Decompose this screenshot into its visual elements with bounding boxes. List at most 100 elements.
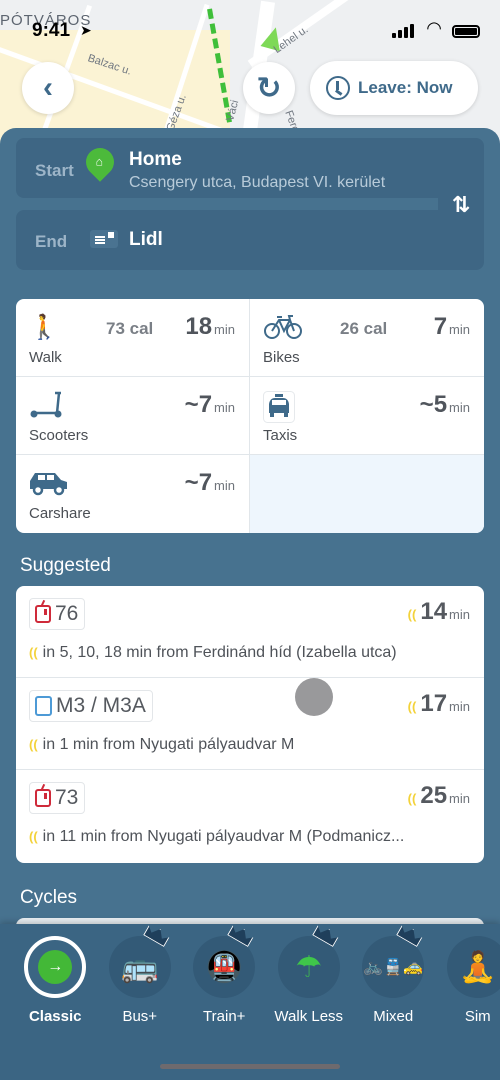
route-departure-text: in 1 min from Nyugati pályaudvar M [42,736,295,753]
location-services-icon: ➤ [80,22,92,38]
tab-icon-circle: 🧘 [446,936,500,998]
mode-time-unit: min [449,400,470,415]
home-pin-icon: ⌂ [80,142,120,182]
tab-label: Mixed [373,1008,414,1025]
route-departure-text: in 5, 10, 18 min from Ferdinánd híd (Iza… [42,644,397,661]
start-location-field[interactable]: Start ⌂ Home Csengery utca, Budapest VI.… [16,138,484,198]
mixed-transport-icon: 🚲🚆🚕 [363,959,424,976]
realtime-icon: (( [29,737,38,752]
route-departure-info: (( in 1 min from Nyugati pályaudvar M [29,736,469,754]
line-number: 73 [55,786,79,809]
premium-crown-icon [143,923,171,947]
premium-crown-icon [312,923,340,947]
start-label: Start [35,161,74,180]
route-duration: (( 25 min [408,782,470,810]
realtime-icon: (( [407,607,417,622]
realtime-icon: (( [407,699,417,714]
suggested-heading: Suggested [20,555,111,576]
route-departure-info: ((in 5, 10, 18 min from Ferdinánd híd (I… [29,644,469,662]
trolleybus-icon [35,789,51,807]
mode-taxis[interactable]: ~5 min Taxis [250,377,484,455]
mode-name: Carshare [29,505,91,522]
store-icon [90,230,118,248]
mode-bikes[interactable]: 26 cal 7 min Bikes [250,299,484,377]
mode-scooters[interactable]: ~7 min Scooters [16,377,250,455]
mode-name: Bikes [263,349,300,366]
route-item[interactable]: 76 (( 14 min ((in 5, 10, 18 min from Fer… [16,586,484,678]
car-icon [29,469,69,497]
mode-name: Scooters [29,427,89,444]
mode-carshare[interactable]: ~7 min Carshare [16,455,250,533]
tab-train-plus[interactable]: 🚇 Train+ [182,936,267,1025]
tab-simple[interactable]: 🧘 Sim [436,936,500,1025]
tab-icon-circle: 🚲🚆🚕 [362,936,425,998]
wifi-icon: ◠ [426,18,442,38]
line-badge: 73 [29,782,86,814]
meditation-icon: 🧘 [459,950,497,984]
tab-label: Bus+ [122,1008,158,1025]
transport-modes-grid: 🚶 73 cal 18 min Walk 26 cal 7 min Bikes ~7… [16,299,484,533]
leave-time-button[interactable]: Leave: Now [310,61,478,115]
route-item[interactable]: M3 / M3A (( 17 min (( in 1 min from Nyuga… [16,678,484,770]
line-badge: M3 / M3A [29,690,153,722]
mode-walk[interactable]: 🚶 73 cal 18 min Walk [16,299,250,377]
route-duration-unit: min [449,699,470,714]
swap-arrows-icon: ⇅ [451,192,471,217]
route-duration-unit: min [449,607,470,622]
home-indicator[interactable] [160,1064,340,1069]
tab-classic[interactable]: → Classic [13,936,98,1025]
status-time: 9:41 [32,20,71,41]
tab-walk-less[interactable]: ☂ Walk Less [267,936,352,1025]
realtime-icon: (( [29,829,38,844]
mode-time: ~7 min [185,469,235,497]
refresh-button[interactable]: ↻ [243,62,295,114]
premium-crown-icon [396,923,424,947]
leave-time-label: Leave: Now [358,78,453,97]
premium-crown-icon [227,923,255,947]
route-duration: (( 17 min [408,690,470,718]
end-location-field[interactable]: End Lidl [16,210,484,270]
route-departure-text: in 11 min from Nyugati pályaudvar M (Pod… [42,828,405,845]
start-address: Csengery utca, Budapest VI. kerület [129,174,386,191]
walk-icon: 🚶 [29,314,59,341]
classic-arrow-icon: → [38,950,73,984]
mode-empty-cell [250,455,484,533]
mode-time-unit: min [214,400,235,415]
suggested-routes-list: 76 (( 14 min ((in 5, 10, 18 min from Fer… [16,586,484,863]
touch-indicator [295,678,333,716]
route-departure-info: (( in 11 min from Nyugati pályaudvar M (P… [29,828,469,846]
metro-icon: 🚇 [205,950,243,984]
battery-icon [452,25,480,38]
route-duration-value: 14 [420,598,448,625]
tab-icon-circle: → [24,936,87,998]
tab-icon-circle: 🚌 [108,936,171,998]
mode-name: Taxis [263,427,298,444]
back-button[interactable]: ‹ [22,62,74,114]
mode-time-value: ~5 [419,391,448,418]
route-duration-value: 17 [420,690,448,717]
routing-mode-tabs: → Classic 🚌 Bus+ 🚇 Train+ ☂ Walk Less 🚲🚆… [0,936,500,1025]
tab-label: Sim [464,1008,491,1025]
taxi-icon [263,391,303,423]
end-title: Lidl [129,229,163,250]
mode-time-unit: min [214,478,235,493]
realtime-icon: (( [407,791,417,806]
swap-locations-button[interactable]: ⇅ [438,182,484,228]
chevron-left-icon: ‹ [43,71,53,104]
start-title: Home [129,149,182,170]
line-badge: 76 [29,598,86,630]
tab-icon-circle: ☂ [277,936,340,998]
refresh-icon: ↻ [256,71,282,105]
umbrella-icon: ☂ [295,950,323,984]
mode-time-unit: min [214,322,235,337]
tab-mixed[interactable]: 🚲🚆🚕 Mixed [351,936,436,1025]
mode-calories: 73 cal [106,319,154,338]
mode-time: ~5 min [420,391,470,419]
tab-bus-plus[interactable]: 🚌 Bus+ [98,936,183,1025]
bus-icon: 🚌 [121,950,159,984]
scooter-icon [29,391,69,419]
route-duration-unit: min [449,791,470,806]
mode-time: 18 min [185,313,235,341]
route-duration-value: 25 [420,782,448,809]
route-item[interactable]: 73 (( 25 min (( in 11 min from Nyugati pá… [16,770,484,862]
